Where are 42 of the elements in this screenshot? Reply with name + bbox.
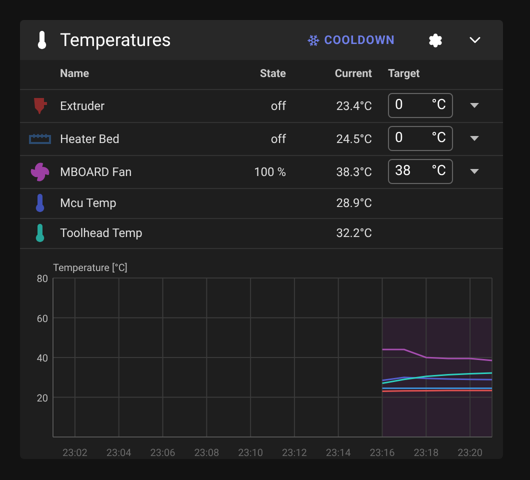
panel-title: Temperatures bbox=[60, 28, 172, 52]
x-tick-label: 23:04 bbox=[106, 448, 132, 458]
caret-icon bbox=[470, 103, 478, 108]
column-header: Target bbox=[387, 66, 421, 82]
caret-icon bbox=[470, 169, 478, 174]
current-temperature: 32.2°C bbox=[336, 225, 372, 242]
state-value: off bbox=[270, 98, 286, 114]
x-tick-label: 23:18 bbox=[414, 448, 439, 458]
x-tick-label: 23:12 bbox=[282, 448, 307, 458]
y-tick-label: 80 bbox=[36, 274, 48, 284]
target-field[interactable]: 0 °C bbox=[388, 93, 453, 118]
current-temperature: 28.9°C bbox=[336, 195, 372, 212]
cooldown-button[interactable]: COOLDOWN bbox=[299, 24, 403, 56]
y-tick-label: 40 bbox=[36, 353, 48, 364]
sensor-name: Heater Bed bbox=[60, 130, 120, 148]
current-temperature: 38.3°C bbox=[336, 164, 372, 180]
target-field[interactable]: 38 °C bbox=[388, 159, 453, 184]
current-temperature: 23.4°C bbox=[336, 98, 372, 114]
snowflake-icon bbox=[307, 34, 320, 46]
y-tick-label: 20 bbox=[36, 392, 48, 404]
state-value: 100 % bbox=[254, 164, 286, 180]
x-tick-label: 23:20 bbox=[458, 448, 482, 458]
target-field[interactable]: 0 °C bbox=[388, 126, 453, 151]
sensor-name: Mcu Temp bbox=[60, 195, 116, 212]
x-tick-label: 23:14 bbox=[326, 448, 351, 458]
settings-icon bbox=[428, 32, 442, 48]
x-tick-label: 23:02 bbox=[62, 448, 88, 458]
column-header: Current bbox=[334, 66, 372, 82]
sensor-name: Toolhead Temp bbox=[60, 225, 142, 242]
sensor-name: Extruder bbox=[60, 98, 105, 114]
y-tick-label: 60 bbox=[36, 313, 48, 324]
column-header: State bbox=[258, 66, 286, 82]
column-header: Name bbox=[60, 66, 90, 82]
state-value: off bbox=[270, 130, 286, 148]
x-tick-label: 23:10 bbox=[238, 448, 263, 458]
x-tick-label: 23:16 bbox=[370, 448, 395, 458]
current-temperature: 24.5°C bbox=[336, 130, 372, 148]
x-tick-label: 23:08 bbox=[194, 448, 220, 458]
caret-icon bbox=[470, 136, 478, 141]
x-tick-label: 23:06 bbox=[150, 448, 176, 458]
sensor-name: MBOARD Fan bbox=[60, 164, 132, 180]
y-axis-label: Temperature [°C] bbox=[53, 262, 128, 274]
